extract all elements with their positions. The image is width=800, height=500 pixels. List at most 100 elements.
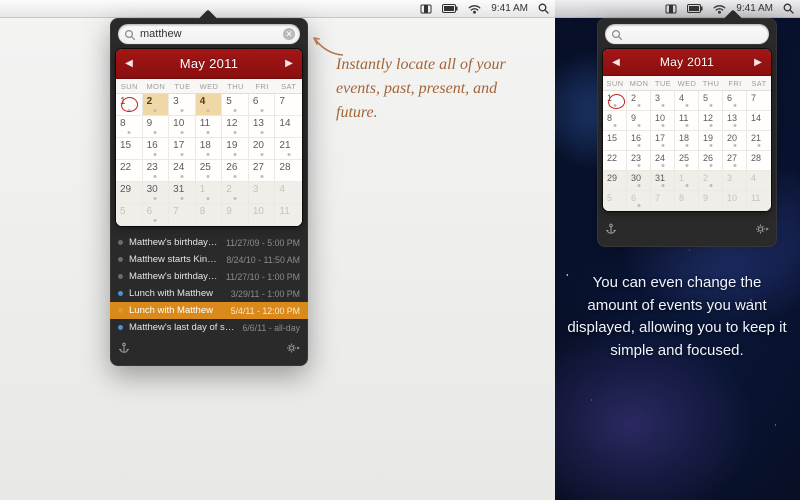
anchor-icon[interactable] <box>118 341 130 359</box>
calendar-day[interactable]: 10 <box>723 191 747 211</box>
calendar-day[interactable]: 6 <box>249 94 276 116</box>
calendar-day[interactable]: 31 <box>169 182 196 204</box>
next-month-button[interactable]: ▶ <box>751 57 765 68</box>
calendar-day[interactable]: 12 <box>699 111 723 131</box>
calendar-day[interactable]: 18 <box>675 131 699 151</box>
calendar-day[interactable]: 4 <box>196 94 223 116</box>
calendar-day[interactable]: 11 <box>747 191 771 211</box>
calendar-day[interactable]: 30 <box>627 171 651 191</box>
calendar-day[interactable]: 30 <box>143 182 170 204</box>
calendar-day[interactable]: 10 <box>169 116 196 138</box>
event-row[interactable]: Matthew's last day of school6/6/11 - all… <box>110 319 308 336</box>
spotlight-icon[interactable] <box>538 3 549 14</box>
battery-icon[interactable] <box>442 4 458 13</box>
menubar-extra-icon[interactable] <box>420 4 432 14</box>
calendar-day[interactable]: 27 <box>723 151 747 171</box>
calendar-day[interactable]: 16 <box>143 138 170 160</box>
calendar-day[interactable]: 4 <box>275 182 302 204</box>
settings-gear-icon[interactable] <box>286 341 300 359</box>
event-row[interactable]: Matthew starts Kindergarten8/24/10 - 11:… <box>110 251 308 268</box>
calendar-day[interactable]: 26 <box>222 160 249 182</box>
calendar-day[interactable]: 20 <box>249 138 276 160</box>
calendar-day[interactable]: 19 <box>222 138 249 160</box>
calendar-day[interactable]: 14 <box>747 111 771 131</box>
calendar-day[interactable]: 1 <box>675 171 699 191</box>
anchor-icon[interactable] <box>605 222 617 240</box>
calendar-day[interactable]: 15 <box>603 131 627 151</box>
event-row[interactable]: Matthew's birthday party11/27/09 - 5:00 … <box>110 234 308 251</box>
menubar-extra-icon[interactable] <box>665 4 677 14</box>
calendar-day[interactable]: 28 <box>747 151 771 171</box>
calendar-day[interactable]: 22 <box>116 160 143 182</box>
calendar-day[interactable]: 5 <box>603 191 627 211</box>
calendar-day[interactable]: 28 <box>275 160 302 182</box>
calendar-day[interactable]: 11 <box>275 204 302 226</box>
calendar-day[interactable]: 4 <box>675 91 699 111</box>
event-row[interactable]: Lunch with Matthew3/29/11 - 1:00 PM <box>110 285 308 302</box>
calendar-day[interactable]: 11 <box>196 116 223 138</box>
calendar-day[interactable]: 24 <box>651 151 675 171</box>
calendar-day[interactable]: 2 <box>222 182 249 204</box>
search-input[interactable] <box>627 28 747 40</box>
calendar-day[interactable]: 2 <box>699 171 723 191</box>
calendar-day[interactable]: 2 <box>143 94 170 116</box>
calendar-day[interactable]: 4 <box>747 171 771 191</box>
calendar-day[interactable]: 10 <box>249 204 276 226</box>
calendar-day[interactable]: 8 <box>196 204 223 226</box>
calendar-day[interactable]: 7 <box>651 191 675 211</box>
spotlight-icon[interactable] <box>783 3 794 14</box>
calendar-day[interactable]: 11 <box>675 111 699 131</box>
calendar-day[interactable]: 20 <box>723 131 747 151</box>
event-row[interactable]: Matthew's birthday party11/27/10 - 1:00 … <box>110 268 308 285</box>
calendar-day[interactable]: 25 <box>196 160 223 182</box>
calendar-day[interactable]: 8 <box>675 191 699 211</box>
search-input[interactable] <box>140 28 278 40</box>
calendar-day[interactable]: 3 <box>651 91 675 111</box>
calendar-day[interactable]: 16 <box>627 131 651 151</box>
calendar-day[interactable]: 9 <box>699 191 723 211</box>
search-field[interactable] <box>605 24 769 44</box>
calendar-day[interactable]: 5 <box>116 204 143 226</box>
event-row[interactable]: Lunch with Matthew5/4/11 - 12:00 PM <box>110 302 308 319</box>
menubar-clock[interactable]: 9:41 AM <box>736 3 773 14</box>
calendar-day[interactable]: 7 <box>169 204 196 226</box>
calendar-day[interactable]: 26 <box>699 151 723 171</box>
calendar-day[interactable]: 31 <box>651 171 675 191</box>
calendar-day[interactable]: 5 <box>222 94 249 116</box>
search-field[interactable]: ✕ <box>118 24 300 44</box>
next-month-button[interactable]: ▶ <box>282 58 296 69</box>
calendar-day[interactable]: 1 <box>116 94 143 116</box>
calendar-day[interactable]: 6 <box>627 191 651 211</box>
calendar-day[interactable]: 5 <box>699 91 723 111</box>
calendar-day[interactable]: 24 <box>169 160 196 182</box>
wifi-icon[interactable] <box>713 4 726 14</box>
calendar-day[interactable]: 9 <box>627 111 651 131</box>
clear-search-icon[interactable]: ✕ <box>283 28 295 40</box>
calendar-day[interactable]: 29 <box>116 182 143 204</box>
calendar-day[interactable]: 18 <box>196 138 223 160</box>
settings-gear-icon[interactable] <box>755 222 769 240</box>
calendar-day[interactable]: 21 <box>275 138 302 160</box>
calendar-day[interactable]: 14 <box>275 116 302 138</box>
calendar-day[interactable]: 23 <box>143 160 170 182</box>
calendar-day[interactable]: 2 <box>627 91 651 111</box>
prev-month-button[interactable]: ◀ <box>122 58 136 69</box>
calendar-day[interactable]: 6 <box>723 91 747 111</box>
calendar-day[interactable]: 13 <box>249 116 276 138</box>
calendar-day[interactable]: 27 <box>249 160 276 182</box>
calendar-day[interactable]: 12 <box>222 116 249 138</box>
calendar-day[interactable]: 6 <box>143 204 170 226</box>
calendar-day[interactable]: 25 <box>675 151 699 171</box>
wifi-icon[interactable] <box>468 4 481 14</box>
prev-month-button[interactable]: ◀ <box>609 57 623 68</box>
calendar-day[interactable]: 1 <box>603 91 627 111</box>
calendar-day[interactable]: 8 <box>116 116 143 138</box>
calendar-grid[interactable]: 1234567891011121314151617181920212223242… <box>116 94 302 226</box>
calendar-day[interactable]: 10 <box>651 111 675 131</box>
calendar-day[interactable]: 3 <box>249 182 276 204</box>
calendar-day[interactable]: 15 <box>116 138 143 160</box>
battery-icon[interactable] <box>687 4 703 13</box>
menubar-clock[interactable]: 9:41 AM <box>491 3 528 14</box>
calendar-day[interactable]: 21 <box>747 131 771 151</box>
calendar-day[interactable]: 7 <box>747 91 771 111</box>
